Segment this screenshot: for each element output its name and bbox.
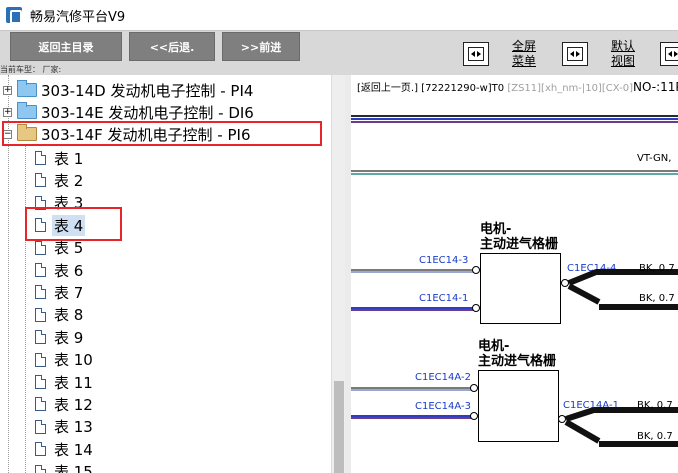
toolbar: 返回主目录 <<后退. >>前进 全屏 菜单 默认 视图 (0, 30, 678, 75)
wire-line (351, 170, 678, 172)
extra-view-icon[interactable] (660, 42, 678, 66)
tree-doc-label: 表 15 (54, 463, 93, 473)
tree-doc-item[interactable]: 表 13 (0, 416, 320, 438)
diagram-code: [72221290-w]T0 (421, 83, 505, 94)
tree-doc-item[interactable]: 表 1 (0, 147, 320, 169)
app-logo-icon (6, 7, 22, 24)
diagram-ref: [ZS11][xh_nm-|10][CX-0] (507, 83, 634, 94)
tree-folder-303-14d[interactable]: + 303-14D 发动机电子控制 - PI4 (0, 79, 330, 101)
document-icon (35, 173, 46, 188)
document-icon (35, 419, 46, 434)
wire-label: BK, 0.7 (639, 263, 675, 274)
wire-line (351, 389, 473, 391)
tree-doc-label: 表 9 (54, 328, 84, 347)
scroll-thumb[interactable] (334, 381, 344, 473)
tree-folder-303-14e[interactable]: + 303-14E 发动机电子控制 - DI6 (0, 101, 330, 123)
expand-icon[interactable]: + (3, 107, 12, 117)
wire-line (351, 118, 678, 120)
tree-doc-item[interactable]: 表 6 (0, 259, 320, 281)
diagram-header: [返回上一页.] [72221290-w]T0 [ZS11][xh_nm-|10… (357, 79, 678, 94)
connector-pin (470, 384, 478, 392)
document-icon (35, 375, 46, 389)
component-2-title: 电机- 主动进气格栅 (478, 339, 557, 369)
connector-pin (472, 266, 480, 274)
default-view-icon[interactable] (562, 42, 588, 66)
default-view-link[interactable]: 默认 视图 (608, 39, 638, 69)
document-icon (35, 464, 46, 473)
pin-label: C1EC14-1 (419, 293, 469, 304)
wire-label: BK, 0.7 (637, 431, 673, 442)
pin-label: C1EC14A-3 (415, 401, 471, 412)
wire-label: BK, 0.7 (639, 293, 675, 304)
expand-icon[interactable]: + (3, 85, 12, 95)
pin-label: C1EC14-3 (419, 255, 469, 266)
document-icon (35, 397, 46, 412)
tree-doc-label: 表 10 (54, 351, 93, 370)
folder-icon (17, 102, 37, 119)
component-1-title: 电机- 主动进气格栅 (480, 222, 559, 252)
tree-doc-item[interactable]: 表 2 (0, 169, 320, 191)
wire-line (351, 417, 473, 419)
tree-doc-item[interactable]: 表 7 (0, 281, 320, 303)
window-title: 畅易汽修平台V9 (30, 9, 126, 25)
document-icon (35, 330, 46, 345)
document-icon (35, 240, 46, 255)
tree-doc-item[interactable]: 表 14 (0, 438, 320, 460)
fullscreen-menu-link[interactable]: 全屏 菜单 (509, 39, 539, 69)
wire-line (351, 173, 678, 175)
document-icon (35, 151, 46, 165)
connector-pin (470, 412, 478, 420)
tree-doc-label: 表 7 (54, 283, 84, 302)
component-1-box (480, 253, 561, 324)
highlight-box-doc (25, 207, 122, 241)
pin-label: C1EC14A-2 (415, 372, 471, 383)
document-icon (35, 307, 46, 322)
back-button[interactable]: <<后退. (129, 32, 215, 61)
wire-line (351, 121, 678, 123)
tree-doc-label: 表 6 (54, 261, 84, 280)
document-icon (35, 352, 46, 367)
tree-doc-item[interactable]: 表 15 (0, 461, 320, 473)
wire-line (351, 271, 475, 273)
wire-line (351, 115, 678, 117)
wire-line (351, 309, 475, 311)
tree-scrollbar[interactable] (331, 75, 345, 473)
document-icon (35, 442, 46, 457)
wire-line (599, 304, 678, 310)
tree-doc-label: 表 13 (54, 418, 93, 437)
component-2-box (478, 370, 559, 442)
title-bar: 畅易汽修平台V9 (0, 0, 678, 30)
tree-doc-item[interactable]: 表 11 (0, 371, 320, 393)
tree-doc-item[interactable]: 表 12 (0, 393, 320, 415)
connector-pin (472, 304, 480, 312)
tree-doc-label: 表 12 (54, 395, 93, 414)
tree-doc-label: 表 8 (54, 306, 84, 325)
tree-doc-label: 表 11 (54, 373, 93, 392)
wire-label: BK, 0.7 (637, 400, 673, 411)
back-previous-page-link[interactable]: [返回上一页.] (357, 83, 418, 94)
current-vehicle-label: 当前车型： 厂家: (0, 65, 62, 74)
fullscreen-icon[interactable] (463, 42, 489, 66)
wire-line (567, 283, 601, 305)
tree-doc-item[interactable]: 表 10 (0, 349, 320, 371)
tree-doc-label: 表 2 (54, 171, 84, 190)
document-icon (35, 285, 46, 300)
folder-icon (17, 80, 37, 97)
tree-doc-label: 表 14 (54, 440, 93, 459)
diagram-panel: [返回上一页.] [72221290-w]T0 [ZS11][xh_nm-|10… (345, 75, 678, 473)
highlight-box-folder (2, 121, 322, 146)
tree-doc-label: 表 1 (54, 149, 84, 168)
document-icon (35, 263, 46, 277)
wire-label-vt-gn: VT-GN, (637, 153, 672, 164)
wire-line (564, 419, 601, 444)
tree-doc-item[interactable]: 表 9 (0, 326, 320, 348)
back-to-home-button[interactable]: 返回主目录 (10, 32, 122, 61)
forward-button[interactable]: >>前进 (222, 32, 300, 61)
tree-doc-item[interactable]: 表 8 (0, 304, 320, 326)
diagram-no: NO-:11PC (633, 80, 678, 94)
